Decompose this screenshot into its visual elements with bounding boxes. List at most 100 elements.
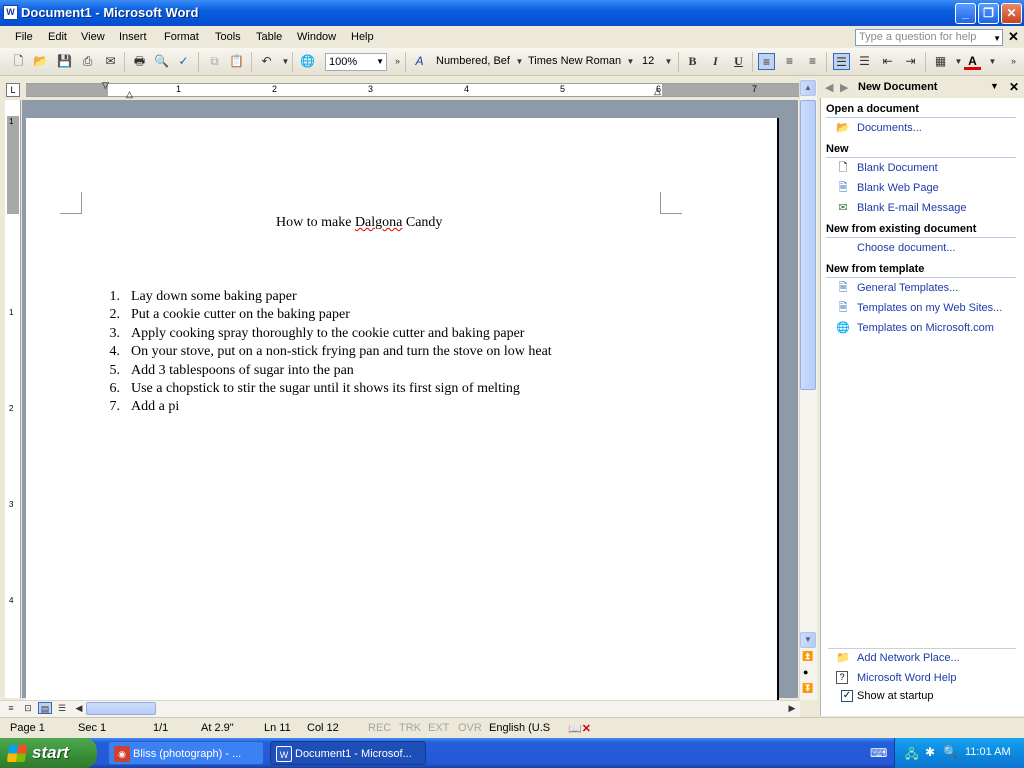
list-item[interactable]: Apply cooking spray thoroughly to the co… xyxy=(131,326,524,342)
font-color-dropdown-icon[interactable]: ▼ xyxy=(984,53,1001,70)
copy-icon[interactable]: ⧉ xyxy=(206,53,223,70)
scroll-left-icon[interactable]: ◀ xyxy=(72,702,86,714)
styles-formatting-icon[interactable]: A xyxy=(411,53,428,70)
menu-file[interactable]: File xyxy=(15,31,33,43)
outline-view-icon[interactable]: ☰ xyxy=(55,702,69,714)
status-trk[interactable]: TRK xyxy=(399,722,421,734)
status-rec[interactable]: REC xyxy=(368,722,391,734)
show-at-startup-checkbox[interactable]: ✓ xyxy=(841,690,853,702)
taskbar-item-bliss[interactable]: ◉ Bliss (photograph) - ... xyxy=(108,741,264,765)
list-item[interactable]: Add a pi xyxy=(131,399,179,415)
list-item[interactable]: Add 3 tablespoons of sugar into the pan xyxy=(131,363,354,379)
tab-selector-icon[interactable]: L xyxy=(6,83,20,97)
help-question-input[interactable]: Type a question for help ▼ xyxy=(855,29,1003,46)
first-line-indent-marker[interactable]: ▽ xyxy=(102,80,109,91)
horizontal-ruler[interactable] xyxy=(26,83,814,97)
menu-table[interactable]: Table xyxy=(256,31,282,43)
numbering-icon[interactable]: ☰ xyxy=(833,53,850,70)
decrease-indent-icon[interactable]: ⇤ xyxy=(879,53,896,70)
status-ext[interactable]: EXT xyxy=(428,722,449,734)
email-icon[interactable]: ✉ xyxy=(102,53,119,70)
network-tray-icon[interactable]: 🖧 xyxy=(905,745,918,766)
close-document-icon[interactable]: ✕ xyxy=(1008,29,1019,45)
print-layout-view-icon[interactable]: ▤ xyxy=(38,702,52,714)
bold-icon[interactable]: B xyxy=(684,53,701,70)
close-button[interactable]: ✕ xyxy=(1001,3,1022,24)
menu-view[interactable]: View xyxy=(81,31,105,43)
previous-page-icon[interactable]: ⏫ xyxy=(802,651,813,662)
task-pane-menu-icon[interactable]: ▼ xyxy=(990,81,999,91)
font-value[interactable]: Times New Roman xyxy=(528,55,621,67)
menu-edit[interactable]: Edit xyxy=(48,31,67,43)
blank-email-link[interactable]: Blank E-mail Message xyxy=(857,202,966,214)
list-item[interactable]: Lay down some baking paper xyxy=(131,289,297,305)
right-indent-marker[interactable]: △ xyxy=(654,86,661,97)
web-layout-view-icon[interactable]: ⊡ xyxy=(21,702,35,714)
blank-web-page-link[interactable]: Blank Web Page xyxy=(857,182,939,194)
start-button[interactable]: start xyxy=(0,738,97,768)
word-help-link[interactable]: Microsoft Word Help xyxy=(857,672,956,684)
scroll-right-icon[interactable]: ▶ xyxy=(785,702,799,714)
menu-tools[interactable]: Tools xyxy=(215,31,241,43)
document-title[interactable]: How to make Dalgona Candy xyxy=(276,215,442,231)
list-item[interactable]: Use a chopstick to stir the sugar until … xyxy=(131,381,520,397)
borders-icon[interactable]: ▦ xyxy=(932,53,949,70)
status-ovr[interactable]: OVR xyxy=(458,722,482,734)
toolbar-options-icon[interactable]: » xyxy=(389,53,406,70)
open-icon[interactable]: 📂 xyxy=(32,53,49,70)
scroll-up-icon[interactable]: ▲ xyxy=(800,80,816,96)
vertical-scroll-thumb[interactable] xyxy=(800,100,816,390)
style-value[interactable]: Numbered, Bef xyxy=(436,55,510,67)
toolbar-options-icon[interactable]: » xyxy=(1005,53,1022,70)
save-icon[interactable]: 💾 xyxy=(56,53,73,70)
style-dropdown-icon[interactable]: ▼ xyxy=(511,53,528,70)
menu-help[interactable]: Help xyxy=(351,31,374,43)
help-dropdown-icon[interactable]: ▼ xyxy=(993,31,1001,46)
word-app-icon[interactable]: W xyxy=(3,5,18,20)
horizontal-scroll-thumb[interactable] xyxy=(86,702,156,715)
align-left-icon[interactable]: ≡ xyxy=(758,53,775,70)
align-right-icon[interactable]: ≡ xyxy=(804,53,821,70)
choose-document-link[interactable]: Choose document... xyxy=(857,242,955,254)
list-item[interactable]: On your stove, put on a non-stick frying… xyxy=(131,344,552,360)
documents-link[interactable]: Documents... xyxy=(857,122,922,134)
zoom-select[interactable]: 100% ▼ xyxy=(325,53,387,71)
print-icon[interactable]: 🖶 xyxy=(131,53,148,70)
bluetooth-tray-icon[interactable]: ✱ xyxy=(925,745,935,759)
undo-icon[interactable]: ↶ xyxy=(258,53,275,70)
select-browse-object-icon[interactable]: ● xyxy=(803,667,808,677)
italic-icon[interactable]: I xyxy=(707,53,724,70)
minimize-button[interactable]: _ xyxy=(955,3,976,24)
increase-indent-icon[interactable]: ⇥ xyxy=(902,53,919,70)
menu-format[interactable]: Format xyxy=(164,31,199,43)
templates-web-sites-link[interactable]: Templates on my Web Sites... xyxy=(857,302,1002,314)
general-templates-link[interactable]: General Templates... xyxy=(857,282,958,294)
search-tray-icon[interactable]: 🔍 xyxy=(943,745,958,759)
task-pane-close-icon[interactable]: ✕ xyxy=(1009,80,1019,94)
font-size-dropdown-icon[interactable]: ▼ xyxy=(660,53,677,70)
restore-button[interactable]: ❐ xyxy=(978,3,999,24)
forward-arrow-icon[interactable]: ▶ xyxy=(840,81,848,94)
align-center-icon[interactable]: ≡ xyxy=(781,53,798,70)
templates-microsoft-link[interactable]: Templates on Microsoft.com xyxy=(857,322,994,334)
add-network-place-link[interactable]: Add Network Place... xyxy=(857,652,960,664)
menu-insert[interactable]: Insert xyxy=(119,31,147,43)
print-preview-icon[interactable]: 🔍 xyxy=(153,53,170,70)
list-item[interactable]: Put a cookie cutter on the baking paper xyxy=(131,307,350,323)
paste-icon[interactable]: 📋 xyxy=(228,53,245,70)
back-arrow-icon[interactable]: ◀ xyxy=(825,81,833,94)
normal-view-icon[interactable]: ≡ xyxy=(4,702,18,714)
spelling-icon[interactable]: ✓ xyxy=(175,53,192,70)
underline-icon[interactable]: U xyxy=(730,53,747,70)
next-page-icon[interactable]: ⏬ xyxy=(802,683,813,694)
font-size-value[interactable]: 12 xyxy=(642,55,654,67)
permission-icon[interactable]: ⎙ xyxy=(79,53,96,70)
scroll-down-icon[interactable]: ▼ xyxy=(800,632,816,648)
spelling-status-icon[interactable]: 📖✕ xyxy=(568,722,591,735)
vertical-ruler[interactable] xyxy=(5,100,21,698)
font-dropdown-icon[interactable]: ▼ xyxy=(622,53,639,70)
new-icon[interactable]: 🗋 xyxy=(10,53,27,70)
hyperlink-globe-icon[interactable]: 🌐 xyxy=(299,53,316,70)
taskbar-item-word[interactable]: W Document1 - Microsof... xyxy=(270,741,426,765)
hanging-indent-marker[interactable]: △ xyxy=(126,89,133,100)
